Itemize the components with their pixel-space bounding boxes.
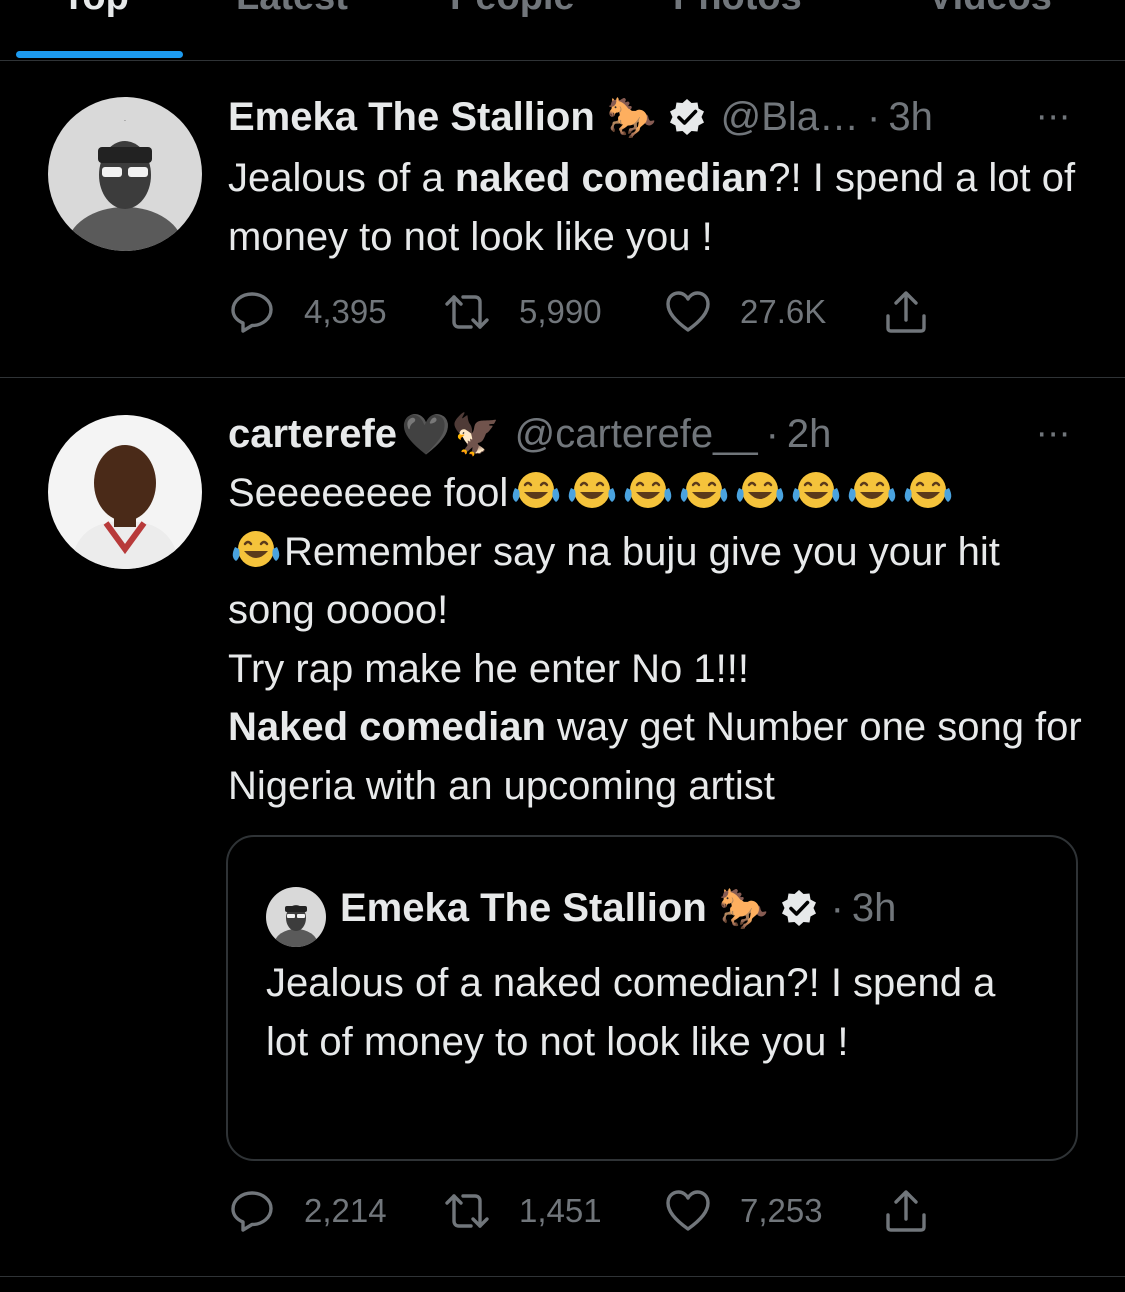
quoted-timestamp: 3h [851, 885, 897, 930]
laughing-emoji-icon [512, 472, 560, 508]
active-tab-indicator [16, 51, 183, 58]
handle[interactable]: @carterefe__ [515, 412, 758, 457]
laughing-emoji-icon [232, 530, 280, 567]
separator-dot: · [765, 411, 779, 456]
laughing-emoji-icon [624, 472, 672, 508]
more-options-icon[interactable]: ⋯ [1036, 414, 1071, 454]
like-button[interactable]: 7,253 [664, 1186, 823, 1236]
heart-eagle-emoji-icon: 🖤🦅 [401, 412, 501, 457]
timestamp[interactable]: 2h [787, 412, 832, 457]
quoted-avatar[interactable] [266, 887, 326, 947]
retweet-button[interactable]: 1,451 [443, 1186, 602, 1236]
share-icon [886, 291, 926, 333]
laughing-emoji-icon [792, 472, 840, 508]
timestamp[interactable]: 3h [888, 95, 933, 140]
avatar-image [266, 887, 326, 947]
more-options-icon[interactable]: ⋯ [1036, 97, 1071, 137]
reply-button[interactable]: 4,395 [228, 287, 387, 337]
quoted-tweet[interactable]: Emeka The Stallion 🐎 · 3h Jealous of a n… [226, 835, 1078, 1161]
retweet-count: 5,990 [519, 293, 602, 330]
share-icon [886, 1190, 926, 1232]
display-name[interactable]: Emeka The Stallion [228, 95, 595, 140]
heart-icon [666, 1190, 710, 1231]
quoted-tweet-header: Emeka The Stallion 🐎 · 3h [340, 882, 896, 934]
laughing-emoji-icon [904, 472, 952, 508]
tweet-actions: 4,395 5,990 27.6K [228, 287, 968, 337]
laughing-emoji-icon [848, 472, 896, 508]
tweet-actions: 2,214 1,451 7,253 [228, 1186, 968, 1236]
tab-photos[interactable]: Photos [673, 0, 802, 19]
tab-top[interactable]: Top [62, 0, 129, 19]
horse-emoji-icon: 🐎 [606, 95, 657, 140]
display-name[interactable]: carterefe [228, 412, 397, 457]
retweet-icon [445, 295, 489, 329]
like-count: 27.6K [740, 293, 827, 330]
quoted-tweet-text: Jealous of a naked comedian?! I spend a … [266, 961, 996, 1064]
laughing-emoji-icon [680, 472, 728, 508]
verified-badge-icon [781, 890, 816, 926]
search-tabs: Top Latest People Photos Videos [0, 0, 1125, 61]
retweet-icon [445, 1194, 489, 1228]
tweet-text: Jealous of a naked comedian?! I spend a … [228, 149, 1088, 266]
reply-count: 2,214 [304, 1192, 387, 1229]
tab-people[interactable]: People [450, 0, 575, 19]
laughing-emoji-icon [736, 472, 784, 508]
retweet-button[interactable]: 5,990 [443, 287, 602, 337]
avatar-image: · [48, 97, 202, 251]
tweet-text-part: Try rap make he enter No 1!!! [228, 646, 749, 691]
svg-text:·: · [124, 117, 126, 125]
tweet-text-bold: naked comedian [454, 156, 769, 200]
verified-badge-icon [669, 99, 704, 135]
tweet-text-part: Seeeeeeee fool [228, 471, 509, 515]
retweet-count: 1,451 [519, 1192, 602, 1229]
reply-icon [231, 1191, 273, 1232]
laughing-emoji-icon [568, 472, 616, 508]
avatar[interactable] [48, 415, 202, 569]
reply-count: 4,395 [304, 293, 387, 330]
tweet[interactable]: · Emeka The Stallion 🐎 @Bla… · 3h ⋯ Jeal… [0, 61, 1125, 378]
heart-icon [666, 291, 710, 332]
tweet-text-part: Remember say na buju give you your hit s… [228, 529, 1000, 633]
tweet-header: carterefe 🖤🦅 @carterefe__ · 2h [228, 409, 831, 459]
like-count: 7,253 [740, 1192, 823, 1229]
tweet-text-part: Jealous of a [228, 156, 455, 200]
like-button[interactable]: 27.6K [664, 287, 826, 337]
reply-icon [231, 292, 273, 333]
avatar-image [48, 415, 202, 569]
separator-dot: · [867, 94, 881, 139]
share-button[interactable] [882, 287, 930, 337]
reply-button[interactable]: 2,214 [228, 1186, 387, 1236]
tab-videos[interactable]: Videos [928, 0, 1052, 19]
tab-latest[interactable]: Latest [236, 0, 348, 19]
share-button[interactable] [882, 1186, 930, 1236]
tweet-header: Emeka The Stallion 🐎 @Bla… · 3h [228, 92, 933, 142]
quoted-display-name: Emeka The Stallion [340, 885, 707, 930]
separator-dot: · [830, 885, 844, 930]
handle[interactable]: @Bla… [721, 95, 859, 140]
tweet-text: Seeeeeeee fool Remember say na buju give … [228, 464, 1088, 815]
tweet-text-bold: Naked comedian [228, 705, 546, 749]
tweet[interactable]: carterefe 🖤🦅 @carterefe__ · 2h ⋯ Seeeeee… [0, 378, 1125, 1277]
horse-emoji-icon: 🐎 [718, 886, 769, 931]
avatar[interactable]: · [48, 97, 202, 251]
